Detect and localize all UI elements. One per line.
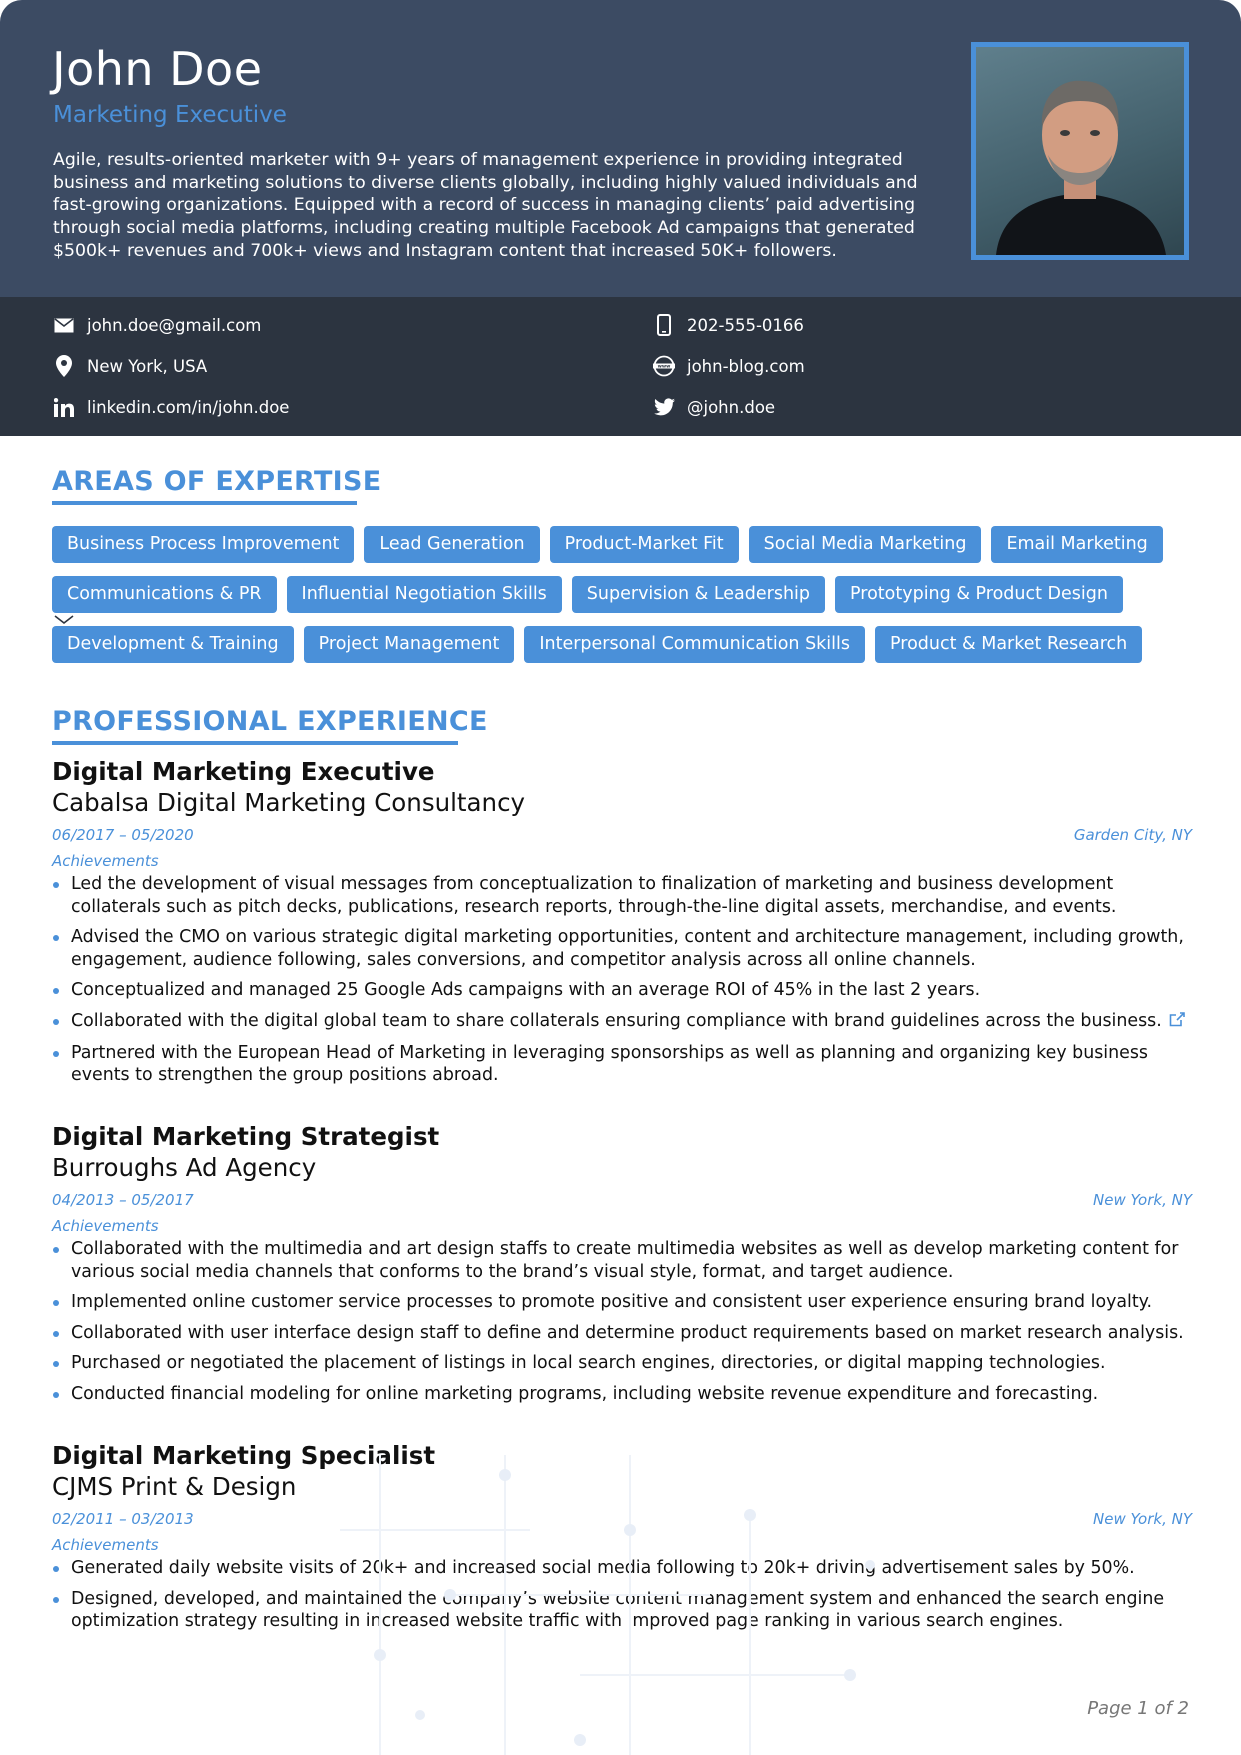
achievement-item: Implemented online customer service proc… xyxy=(52,1291,1192,1314)
achievement-text: Partnered with the European Head of Mark… xyxy=(71,1042,1148,1086)
expertise-tag: Supervision & Leadership xyxy=(571,576,826,613)
twitter-text: @john.doe xyxy=(687,397,776,417)
achievement-item: Conducted financial modeling for online … xyxy=(52,1383,1192,1406)
job-dates: 02/2011 – 03/2013 xyxy=(52,1510,194,1528)
linkedin-text: linkedin.com/in/john.doe xyxy=(87,397,290,417)
achievement-item: Collaborated with the digital global tea… xyxy=(52,1010,1192,1034)
resume-page: John Doe Marketing Executive Agile, resu… xyxy=(0,0,1241,1755)
achievement-item: Conceptualized and managed 25 Google Ads… xyxy=(52,979,1192,1002)
expertise-heading: AREAS OF EXPERTISE xyxy=(52,466,382,497)
expertise-tag: Social Media Marketing xyxy=(748,526,982,563)
job-location: New York, NY xyxy=(1093,1510,1192,1528)
achievement-text: Led the development of visual messages f… xyxy=(71,874,1117,917)
tag-row: Development & Training Project Managemen… xyxy=(52,626,1192,663)
profile-summary: Agile, results-oriented marketer with 9+… xyxy=(53,150,918,261)
expertise-tag: Communications & PR xyxy=(52,576,277,613)
website-text: john-blog.com xyxy=(687,356,805,376)
phone-text: 202-555-0166 xyxy=(687,315,804,335)
job-location: New York, NY xyxy=(1093,1191,1192,1209)
achievement-item: Partnered with the European Head of Mark… xyxy=(52,1042,1192,1087)
contact-location: New York, USA xyxy=(52,354,207,378)
decorative-circuit-background xyxy=(340,1455,875,1755)
expertise-tag: Lead Generation xyxy=(364,526,540,563)
twitter-bird-icon xyxy=(652,395,676,419)
experience-heading-underline xyxy=(52,741,458,745)
expertise-tag: Product-Market Fit xyxy=(549,526,739,563)
achievement-text: Collaborated with the digital global tea… xyxy=(71,1010,1162,1031)
candidate-title: Marketing Executive xyxy=(53,102,287,128)
portrait-illustration xyxy=(996,80,1166,255)
expertise-tag: Interpersonal Communication Skills xyxy=(524,626,866,663)
achievement-text: Advised the CMO on various strategic dig… xyxy=(71,927,1184,970)
achievement-text: Implemented online customer service proc… xyxy=(71,1292,1153,1313)
achievement-text: Collaborated with the multimedia and art… xyxy=(71,1239,1179,1282)
contact-website[interactable]: www john-blog.com xyxy=(652,354,805,378)
expertise-tag: Product & Market Research xyxy=(875,626,1143,663)
expertise-heading-underline xyxy=(52,501,357,505)
expertise-tag: Project Management xyxy=(303,626,515,663)
job-dates: 06/2017 – 05/2020 xyxy=(52,826,194,844)
achievements-label: Achievements xyxy=(52,852,159,870)
tag-row: Business Process Improvement Lead Genera… xyxy=(52,526,1192,563)
location-text: New York, USA xyxy=(87,356,208,376)
profile-photo xyxy=(976,47,1184,255)
mobile-phone-icon xyxy=(652,313,676,337)
expertise-tag: Influential Negotiation Skills xyxy=(286,576,562,613)
job-title: Digital Marketing Executive xyxy=(52,757,435,786)
achievement-item: Collaborated with the multimedia and art… xyxy=(52,1238,1192,1283)
company-name: Burroughs Ad Agency xyxy=(52,1153,317,1182)
expertise-tag: Email Marketing xyxy=(991,526,1163,563)
achievement-text: Conceptualized and managed 25 Google Ads… xyxy=(71,980,981,1001)
job-meta: 06/2017 – 05/2020 Garden City, NY xyxy=(52,826,1192,844)
achievement-text: Conducted financial modeling for online … xyxy=(71,1383,1099,1404)
contact-phone[interactable]: 202-555-0166 xyxy=(652,313,804,337)
expertise-tag: Development & Training xyxy=(52,626,294,663)
expertise-tag: Prototyping & Product Design xyxy=(835,576,1123,613)
experience-heading: PROFESSIONAL EXPERIENCE xyxy=(52,706,488,737)
email-text: john.doe@gmail.com xyxy=(87,315,262,335)
job-dates: 04/2013 – 05/2017 xyxy=(52,1191,194,1209)
profile-photo-frame xyxy=(971,42,1189,260)
contact-linkedin[interactable]: linkedin.com/in/john.doe xyxy=(52,395,289,419)
expertise-tag: Business Process Improvement xyxy=(52,526,355,563)
tag-row: Communications & PR Influential Negotiat… xyxy=(52,576,1192,613)
achievement-text: Collaborated with user interface design … xyxy=(71,1322,1184,1343)
job-meta: 04/2013 – 05/2017 New York, NY xyxy=(52,1191,1192,1209)
achievement-text: Purchased or negotiated the placement of… xyxy=(71,1353,1106,1374)
resume-header: John Doe Marketing Executive Agile, resu… xyxy=(0,0,1241,297)
job-entry: Digital Marketing Strategist Burroughs A… xyxy=(52,1122,1192,1414)
job-location: Garden City, NY xyxy=(1073,826,1192,844)
achievements-label: Achievements xyxy=(52,1217,159,1235)
email-icon xyxy=(52,313,76,337)
contact-twitter[interactable]: @john.doe xyxy=(652,395,775,419)
website-globe-icon: www xyxy=(652,354,676,378)
achievements-list: Collaborated with the multimedia and art… xyxy=(52,1238,1192,1406)
job-title: Digital Marketing Strategist xyxy=(52,1122,440,1151)
external-link-icon[interactable] xyxy=(1169,1011,1185,1034)
svg-text:www: www xyxy=(658,365,671,370)
page-number: Page 1 of 2 xyxy=(1087,1698,1189,1719)
achievement-item: Led the development of visual messages f… xyxy=(52,873,1192,918)
expertise-tags: Business Process Improvement Lead Genera… xyxy=(52,526,1192,676)
achievement-item: Advised the CMO on various strategic dig… xyxy=(52,926,1192,971)
candidate-name: John Doe xyxy=(52,42,263,96)
location-pin-icon xyxy=(52,354,76,378)
contact-email[interactable]: john.doe@gmail.com xyxy=(52,313,261,337)
achievement-item: Purchased or negotiated the placement of… xyxy=(52,1352,1192,1375)
linkedin-icon xyxy=(52,395,76,419)
job-entry: Digital Marketing Executive Cabalsa Digi… xyxy=(52,757,1192,1095)
achievements-list: Led the development of visual messages f… xyxy=(52,873,1192,1087)
achievement-item: Collaborated with user interface design … xyxy=(52,1322,1192,1345)
company-name: Cabalsa Digital Marketing Consultancy xyxy=(52,788,526,817)
